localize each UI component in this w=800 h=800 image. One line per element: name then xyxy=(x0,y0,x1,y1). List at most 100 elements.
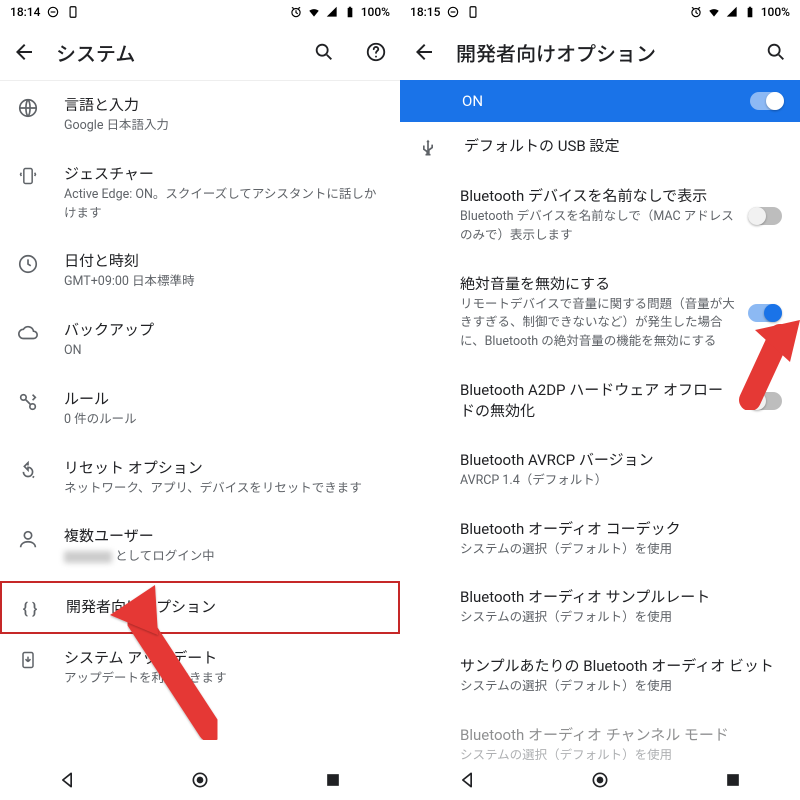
dnd-icon xyxy=(46,5,60,19)
item-audio-codec[interactable]: Bluetooth オーディオ コーデックシステムの選択（デフォルト）を使用 xyxy=(400,505,800,574)
nav-recent[interactable] xyxy=(723,770,743,790)
back-button[interactable] xyxy=(12,40,36,64)
back-button[interactable] xyxy=(412,40,436,64)
item-sub: ネットワーク、アプリ、デバイスをリセットできます xyxy=(64,480,384,499)
item-title: Bluetooth デバイスを名前なしで表示 xyxy=(460,186,736,207)
nav-back[interactable] xyxy=(57,770,77,790)
item-title: 絶対音量を無効にする xyxy=(460,274,736,295)
item-sub: システムの選択（デフォルト）を使用 xyxy=(460,747,782,760)
item-absolute-volume[interactable]: 絶対音量を無効にするリモートデバイスで音量に関する問題（音量が大きすぎる、制御で… xyxy=(400,260,800,366)
item-channel-mode[interactable]: Bluetooth オーディオ チャンネル モードシステムの選択（デフォルト）を… xyxy=(400,711,800,760)
item-title: 言語と入力 xyxy=(64,95,384,116)
item-a2dp-offload[interactable]: Bluetooth A2DP ハードウェア オフロードの無効化 xyxy=(400,366,800,436)
status-time: 18:15 xyxy=(410,5,440,19)
status-bar: 18:15 100% xyxy=(400,0,800,24)
item-reset[interactable]: リセット オプションネットワーク、アプリ、デバイスをリセットできます xyxy=(0,444,400,513)
search-button[interactable] xyxy=(764,40,788,64)
help-button[interactable] xyxy=(364,40,388,64)
item-title: バックアップ xyxy=(64,320,384,341)
nav-home[interactable] xyxy=(190,770,210,790)
status-time: 18:14 xyxy=(10,5,40,19)
item-title: 複数ユーザー xyxy=(64,526,384,547)
signal-icon xyxy=(325,5,339,19)
nav-bar xyxy=(400,760,800,800)
master-toggle-banner[interactable]: ON xyxy=(400,80,800,122)
alarm-icon xyxy=(689,5,703,19)
item-sub: システムの選択（デフォルト）を使用 xyxy=(460,541,782,560)
search-button[interactable] xyxy=(312,40,336,64)
update-icon xyxy=(16,650,40,670)
item-datetime[interactable]: 日付と時刻GMT+09:00 日本標準時 xyxy=(0,237,400,306)
toggle[interactable] xyxy=(748,304,782,322)
item-sub: Google 日本語入力 xyxy=(64,117,384,136)
item-title: Bluetooth オーディオ サンプルレート xyxy=(460,587,782,608)
item-sub: としてログイン中 xyxy=(64,548,384,567)
globe-icon xyxy=(16,97,40,119)
item-title: 日付と時刻 xyxy=(64,251,384,272)
wifi-icon xyxy=(307,5,321,19)
item-audio-bits[interactable]: サンプルあたりの Bluetooth オーディオ ビットシステムの選択（デフォル… xyxy=(400,642,800,711)
nav-back[interactable] xyxy=(457,770,477,790)
item-sub: Bluetooth デバイスを名前なしで（MAC アドレスのみで）表示します xyxy=(460,208,736,246)
braces-icon: { } xyxy=(18,599,42,618)
item-sub: システムの選択（デフォルト）を使用 xyxy=(460,609,782,628)
toggle[interactable] xyxy=(748,392,782,410)
item-title: Bluetooth A2DP ハードウェア オフロードの無効化 xyxy=(460,380,736,422)
item-gesture[interactable]: ジェスチャーActive Edge: ON。スクイーズしてアシスタントに話しかけ… xyxy=(0,150,400,238)
app-bar: システム xyxy=(0,24,400,80)
rules-icon xyxy=(16,391,40,413)
battery-icon xyxy=(343,5,357,19)
wifi-icon xyxy=(707,5,721,19)
portrait-icon xyxy=(466,5,480,19)
battery-icon xyxy=(743,5,757,19)
toggle[interactable] xyxy=(748,207,782,225)
item-bt-nameless[interactable]: Bluetooth デバイスを名前なしで表示Bluetooth デバイスを名前な… xyxy=(400,172,800,260)
nav-bar xyxy=(0,760,400,800)
dev-options-list: デフォルトの USB 設定 Bluetooth デバイスを名前なしで表示Blue… xyxy=(400,122,800,760)
item-backup[interactable]: バックアップON xyxy=(0,306,400,375)
item-title: ルール xyxy=(64,389,384,410)
item-sub: GMT+09:00 日本標準時 xyxy=(64,273,384,292)
item-avrcp[interactable]: Bluetooth AVRCP バージョンAVRCP 1.4（デフォルト） xyxy=(400,436,800,505)
item-title: Bluetooth オーディオ チャンネル モード xyxy=(460,725,782,746)
item-title: システム アップデート xyxy=(64,648,384,669)
item-system-update[interactable]: システム アップデートアップデートを利用できます xyxy=(0,634,400,703)
status-battery: 100% xyxy=(761,5,790,19)
user-icon xyxy=(16,528,40,550)
reset-icon xyxy=(16,460,40,482)
item-rules[interactable]: ルール0 件のルール xyxy=(0,375,400,444)
item-sub: Active Edge: ON。スクイーズしてアシスタントに話しかけます xyxy=(64,186,384,224)
item-title: デフォルトの USB 設定 xyxy=(464,136,784,157)
signal-icon xyxy=(725,5,739,19)
dnd-icon xyxy=(446,5,460,19)
clock-icon xyxy=(16,253,40,275)
screen-system: 18:14 100% システム 言語と入力Google 日本語入力 xyxy=(0,0,400,800)
item-sub: AVRCP 1.4（デフォルト） xyxy=(460,472,782,491)
item-title: リセット オプション xyxy=(64,458,384,479)
status-battery: 100% xyxy=(361,5,390,19)
item-sub: 0 件のルール xyxy=(64,411,384,430)
item-sub: アップデートを利用できます xyxy=(64,670,384,689)
page-title: 開発者向けオプション xyxy=(456,38,744,67)
master-toggle[interactable] xyxy=(750,92,784,110)
item-multiuser[interactable]: 複数ユーザー としてログイン中 xyxy=(0,512,400,581)
item-sample-rate[interactable]: Bluetooth オーディオ サンプルレートシステムの選択（デフォルト）を使用 xyxy=(400,573,800,642)
status-bar: 18:14 100% xyxy=(0,0,400,24)
alarm-icon xyxy=(289,5,303,19)
nav-home[interactable] xyxy=(590,770,610,790)
item-language[interactable]: 言語と入力Google 日本語入力 xyxy=(0,81,400,150)
item-sub: リモートデバイスで音量に関する問題（音量が大きすぎる、制御できないなど）が発生し… xyxy=(460,296,736,352)
nav-recent[interactable] xyxy=(323,770,343,790)
item-developer-options[interactable]: { } 開発者向けオプション xyxy=(0,581,400,634)
portrait-icon xyxy=(66,5,80,19)
item-sub: システムの選択（デフォルト）を使用 xyxy=(460,678,782,697)
page-title: システム xyxy=(56,38,292,67)
item-title: Bluetooth AVRCP バージョン xyxy=(460,450,782,471)
item-title: サンプルあたりの Bluetooth オーディオ ビット xyxy=(460,656,782,677)
item-title: Bluetooth オーディオ コーデック xyxy=(460,519,782,540)
settings-list: 言語と入力Google 日本語入力 ジェスチャーActive Edge: ON。… xyxy=(0,81,400,760)
item-sub: ON xyxy=(64,342,384,361)
banner-label: ON xyxy=(462,92,738,110)
app-bar: 開発者向けオプション xyxy=(400,24,800,80)
item-usb-default[interactable]: デフォルトの USB 設定 xyxy=(400,122,800,172)
